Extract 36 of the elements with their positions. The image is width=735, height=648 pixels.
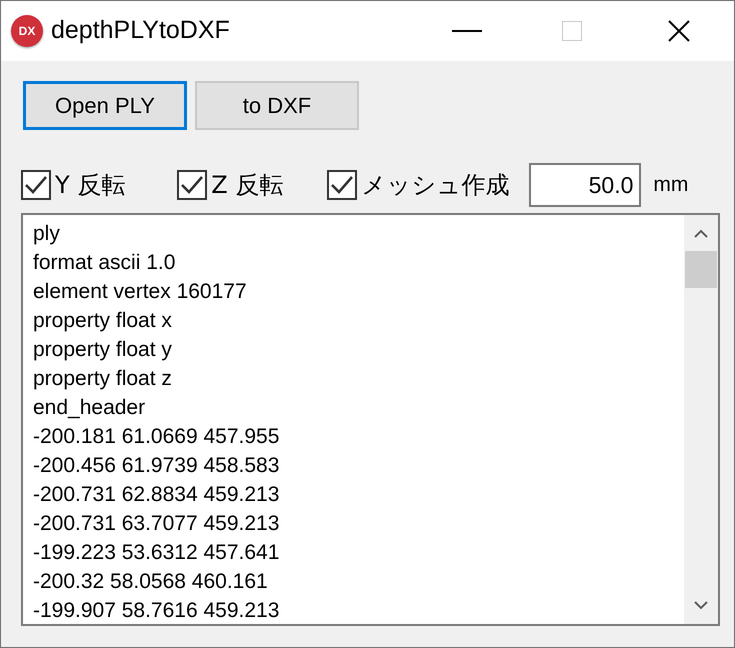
output-text-area[interactable]: [21, 213, 720, 626]
output-line: -200.731 63.7077 459.213: [33, 511, 280, 537]
scroll-down-icon[interactable]: [693, 600, 709, 610]
output-line: -200.181 61.0669 457.955: [33, 424, 280, 450]
scroll-thumb[interactable]: [685, 251, 717, 288]
output-line: property float y: [33, 337, 173, 363]
scroll-up-icon[interactable]: [693, 229, 709, 239]
output-line: ply: [33, 221, 61, 247]
checkbox[interactable]: [327, 170, 358, 200]
checkbox-label: Z 反転: [211, 170, 284, 201]
output-line: end_header: [33, 395, 146, 421]
checkbox[interactable]: [21, 170, 51, 200]
output-line: property float z: [33, 366, 173, 392]
output-line: -200.731 62.8834 459.213: [33, 482, 280, 508]
check-icon: [24, 175, 48, 195]
output-line: element vertex 160177: [33, 279, 248, 305]
open-button[interactable]: Open PLY: [23, 81, 187, 130]
output-line: -200.456 61.9739 458.583: [33, 453, 280, 479]
output-line: -199.907 58.7616 459.213: [33, 598, 280, 624]
output-line: -199.223 53.6312 457.641: [33, 540, 280, 566]
output-line: property float x: [33, 308, 173, 334]
app-icon: DX: [11, 15, 43, 47]
window-title: depthPLYtoDXF: [51, 15, 230, 46]
minimize-icon[interactable]: [452, 29, 482, 33]
checkbox[interactable]: [177, 170, 208, 200]
mesh-size-field[interactable]: 50.0: [529, 163, 642, 207]
output-line: format ascii 1.0: [33, 250, 176, 276]
check-icon: [180, 175, 204, 195]
convert-button[interactable]: to DXF: [195, 81, 359, 130]
checkbox-label: Y 反転: [55, 170, 126, 201]
scrollbar[interactable]: [684, 215, 718, 624]
check-icon: [330, 175, 354, 195]
close-icon[interactable]: [668, 20, 690, 42]
checkbox-label: メッシュ作成: [361, 170, 510, 201]
output-line: -200.32 58.0568 460.161: [33, 569, 269, 595]
unit-label: mm: [653, 172, 688, 198]
